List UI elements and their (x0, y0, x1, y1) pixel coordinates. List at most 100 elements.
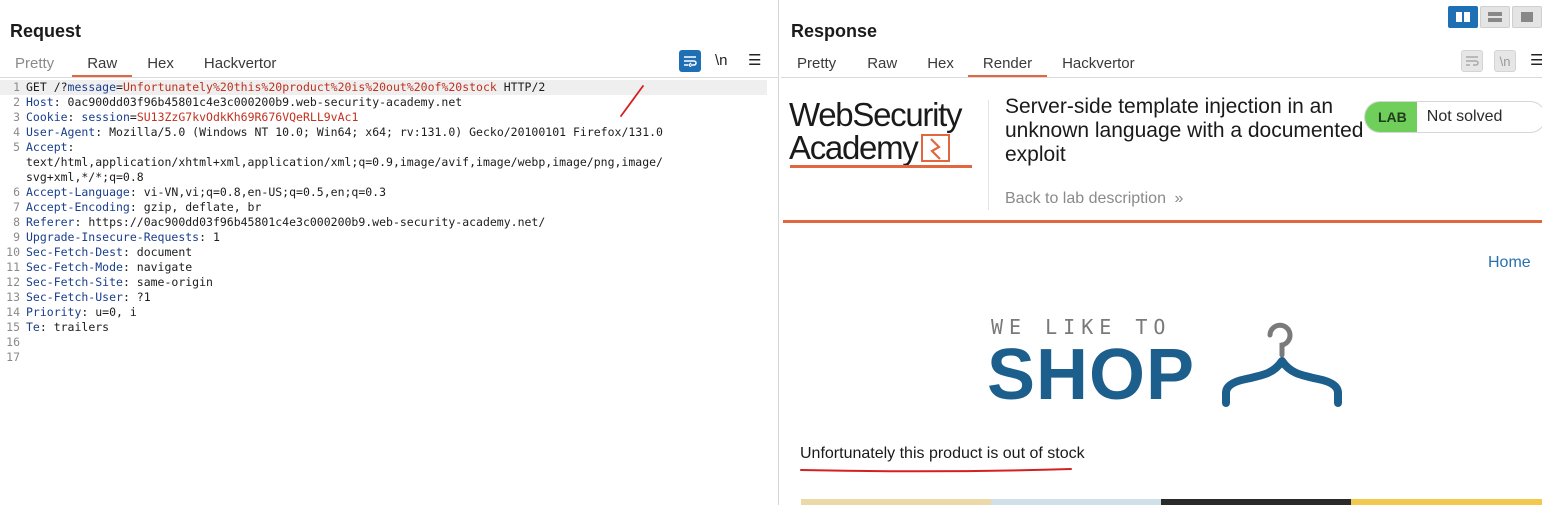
request-line[interactable]: 4 User-Agent: Mozilla/5.0 (Windows NT 10.… (0, 125, 778, 140)
line-content: Sec-Fetch-Dest: document (26, 245, 192, 260)
line-content: Priority: u=0, i (26, 305, 137, 320)
lab-badge: LAB (1365, 102, 1417, 132)
line-content: Cookie: session=SU13ZzG7kvOdkKh69R676VQe… (26, 110, 358, 125)
web-security-academy-logo[interactable]: WebSecurity Academy (789, 98, 989, 173)
tab-pretty[interactable]: Pretty (797, 52, 836, 76)
code-token: : u=0, i (81, 305, 137, 319)
code-token: : (67, 110, 82, 124)
line-content: Te: trailers (26, 320, 109, 335)
request-line[interactable]: 16 (0, 335, 778, 350)
code-token: : navigate (122, 260, 193, 274)
request-line[interactable]: svg+xml,*/*;q=0.8 (0, 170, 778, 185)
line-number: 4 (13, 125, 20, 139)
code-token: = (129, 110, 137, 124)
line-content: Referer: https://0ac900dd03f96b45801c4e3… (26, 215, 545, 230)
academy-flame-icon (921, 133, 951, 162)
tab-render[interactable]: Render (967, 52, 1048, 77)
code-token: = (116, 80, 123, 94)
line-number: 5 (13, 140, 20, 154)
menu-icon[interactable]: ☰ (748, 51, 761, 69)
line-number: 1 (13, 80, 20, 94)
rows-icon (1488, 12, 1502, 22)
tab-hex[interactable]: Hex (147, 52, 174, 76)
code-token: Te (26, 320, 40, 334)
line-number: 15 (6, 320, 20, 334)
request-line[interactable]: 14 Priority: u=0, i (0, 305, 778, 320)
request-line[interactable]: 6 Accept-Language: vi-VN,vi;q=0.8,en-US;q… (0, 185, 778, 200)
layout-toggle-group (1448, 6, 1542, 28)
request-line[interactable]: 2 Host: 0ac900dd03f96b45801c4e3c000200b9.… (0, 95, 778, 110)
line-number: 7 (13, 200, 20, 214)
tab-hackvertor[interactable]: Hackvertor (1062, 52, 1135, 76)
response-pane: Response Pretty Raw Hex Render Hackverto… (781, 0, 1542, 505)
show-newlines-button[interactable]: \n (715, 52, 728, 69)
columns-icon (1456, 12, 1470, 22)
code-token: text/html,application/xhtml+xml,applicat… (26, 155, 663, 169)
burp-repeater-panes: Request Pretty Raw Hex Hackvertor \n ☰ 1… (0, 0, 1542, 505)
request-line[interactable]: 12 Sec-Fetch-Site: same-origin (0, 275, 778, 290)
code-token: HTTP/2 (496, 80, 546, 94)
request-line[interactable]: 5 Accept: (0, 140, 778, 155)
code-token: Sec-Fetch-Mode (26, 260, 123, 274)
line-content: Accept-Encoding: gzip, deflate, br (26, 200, 261, 215)
side-by-side-layout-button[interactable] (1448, 6, 1478, 28)
code-token: Sec-Fetch-Site (26, 275, 123, 289)
line-content: GET /?message=Unfortunately%20this%20pro… (26, 80, 545, 95)
request-line[interactable]: 15 Te: trailers (0, 320, 778, 335)
code-token: Accept-Language (26, 185, 130, 199)
code-token: : same-origin (122, 275, 213, 289)
line-number: 3 (13, 110, 20, 124)
request-line[interactable]: 1 GET /?message=Unfortunately%20this%20pr… (0, 80, 767, 95)
code-token: Sec-Fetch-Dest (26, 245, 123, 259)
tab-hex[interactable]: Hex (927, 52, 954, 76)
wrap-lines-button[interactable] (1461, 50, 1483, 72)
line-content: Sec-Fetch-Mode: navigate (26, 260, 192, 275)
code-token: : Mozilla/5.0 (Windows NT 10.0; Win64; x… (95, 125, 663, 139)
stacked-layout-button[interactable] (1480, 6, 1510, 28)
code-token: Unfortunately%20this%20product%20is%20ou… (122, 80, 497, 94)
request-line[interactable]: 11 Sec-Fetch-Mode: navigate (0, 260, 778, 275)
hanger-icon (1222, 322, 1342, 407)
code-token: : gzip, deflate, br (129, 200, 262, 214)
back-to-lab-link[interactable]: Back to lab description » (1005, 190, 1183, 208)
request-line[interactable]: 13 Sec-Fetch-User: ?1 (0, 290, 778, 305)
request-line[interactable]: 10 Sec-Fetch-Dest: document (0, 245, 778, 260)
code-token: Accept (26, 140, 68, 154)
request-line[interactable]: 8 Referer: https://0ac900dd03f96b45801c4e… (0, 215, 778, 230)
request-line[interactable]: 17 (0, 350, 778, 365)
code-token: : (67, 140, 75, 154)
request-line[interactable]: text/html,application/xhtml+xml,applicat… (0, 155, 778, 170)
show-newlines-button[interactable]: \n (1494, 50, 1516, 72)
line-content: Upgrade-Insecure-Requests: 1 (26, 230, 220, 245)
request-line[interactable]: 3 Cookie: session=SU13ZzG7kvOdkKh69R676VQ… (0, 110, 778, 125)
tab-hackvertor[interactable]: Hackvertor (204, 52, 277, 76)
code-token: GET /? (26, 80, 68, 94)
request-line[interactable]: 7 Accept-Encoding: gzip, deflate, br (0, 200, 778, 215)
line-number: 16 (6, 335, 20, 349)
code-token: session (81, 110, 130, 124)
tab-raw[interactable]: Raw (72, 52, 133, 77)
wrap-lines-button[interactable] (679, 50, 701, 72)
wrap-icon (1466, 56, 1479, 66)
menu-icon[interactable]: ☰ (1530, 51, 1542, 69)
tab-raw[interactable]: Raw (867, 52, 897, 76)
request-pane: Request Pretty Raw Hex Hackvertor \n ☰ 1… (0, 0, 779, 505)
home-link[interactable]: Home (1488, 254, 1531, 272)
logo-line-1: WebSecurity (789, 96, 962, 133)
code-token: Host (26, 95, 54, 109)
line-content: text/html,application/xhtml+xml,applicat… (26, 155, 663, 170)
code-token: : https://0ac900dd03f96b45801c4e3c000200… (74, 215, 546, 229)
product-image-strip (801, 499, 1542, 505)
request-editor[interactable]: 1 GET /?message=Unfortunately%20this%20pr… (0, 80, 778, 505)
code-token: Cookie (26, 110, 68, 124)
request-line[interactable]: 9 Upgrade-Insecure-Requests: 1 (0, 230, 778, 245)
code-token: : 0ac900dd03f96b45801c4e3c000200b9.web-s… (53, 95, 463, 109)
tabbed-layout-button[interactable] (1512, 6, 1542, 28)
response-tabs: Pretty Raw Hex Render Hackvertor (797, 52, 1135, 77)
back-link-label: Back to lab description (1005, 190, 1166, 207)
line-number: 12 (6, 275, 20, 289)
tab-pretty[interactable]: Pretty (15, 52, 54, 76)
code-token: SU13ZzG7kvOdkKh69R676VQeRLL9vAc1 (136, 110, 359, 124)
red-annotation-underline (800, 468, 1072, 473)
line-number: 10 (6, 245, 20, 259)
